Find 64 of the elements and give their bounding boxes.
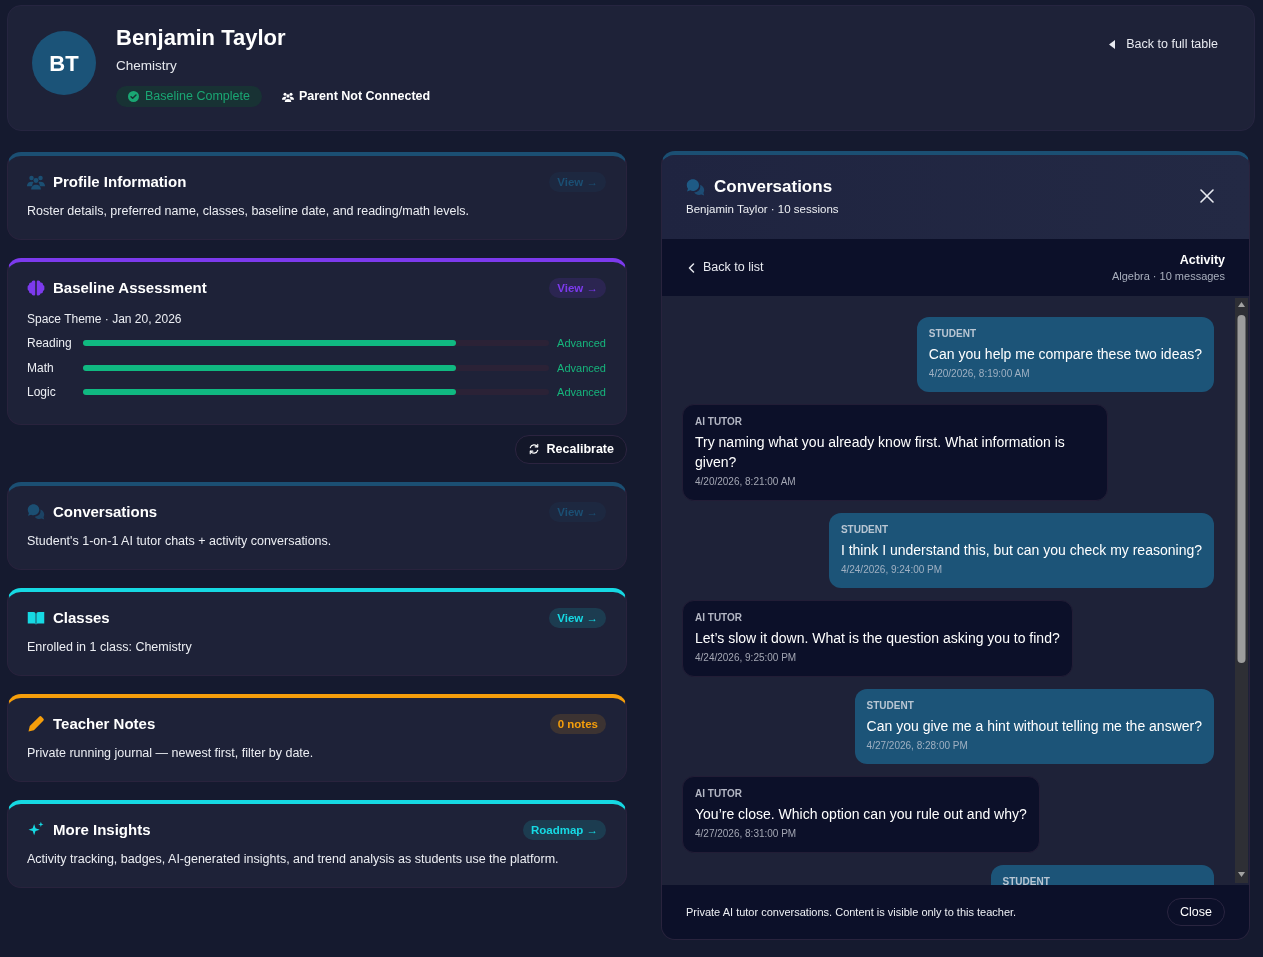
thread-title: Activity bbox=[1179, 251, 1225, 269]
card-title: Teacher Notes bbox=[53, 713, 157, 734]
parent-status: Parent Not Connected bbox=[298, 88, 431, 106]
back-link[interactable]: Back to full table bbox=[1109, 35, 1218, 53]
student-name: Benjamin Taylor bbox=[116, 25, 286, 51]
chat-bubbles-icon bbox=[686, 177, 705, 197]
count-label: 0 notes bbox=[549, 713, 606, 734]
refresh-icon bbox=[527, 443, 540, 455]
check-circle-icon bbox=[128, 91, 139, 102]
assessment-meta: Space Theme · Jan 20, 2026 bbox=[27, 311, 183, 328]
panel-subtitle: Benjamin Taylor · 10 sessions bbox=[686, 202, 839, 217]
message-text: You’re close. Which option can you rule out and why? bbox=[695, 805, 1027, 824]
sender-label: STUDENT bbox=[1002, 875, 1051, 885]
recalibrate-button[interactable]: Recalibrate bbox=[514, 434, 627, 464]
message-text: Let’s slow it down. What is the question asking you to find? bbox=[695, 629, 1060, 648]
message-text: Can you give me a hint without telling me the answer? bbox=[866, 717, 1202, 736]
card-description: Student's 1-on-1 AI tutor chats + activity conversations. bbox=[27, 532, 333, 550]
message-time: 4/20/2026, 8:19:00 AM bbox=[928, 367, 1031, 381]
badge-label: Baseline Complete bbox=[145, 88, 250, 106]
sender-label: STUDENT bbox=[840, 523, 890, 537]
close-icon bbox=[1200, 189, 1214, 203]
score-result: Advanced bbox=[556, 385, 606, 400]
sender-label: AI TUTOR bbox=[695, 787, 744, 801]
sender-label: STUDENT bbox=[866, 699, 915, 713]
message-text: Can you help me compare these two ideas? bbox=[928, 345, 1202, 364]
sender-label: AI TUTOR bbox=[695, 415, 744, 429]
card-description: Private running journal — newest first, filter by date. bbox=[27, 744, 315, 762]
sender-label: AI TUTOR bbox=[695, 611, 744, 625]
panel-title: Conversations bbox=[714, 176, 833, 198]
card-description: Activity tracking, badges, AI-generated insights, and trend analysis as students use the platform. bbox=[27, 850, 560, 868]
message-time: 4/24/2026, 9:25:00 PM bbox=[695, 651, 798, 665]
card-title: More Insights bbox=[53, 819, 152, 840]
message-time: 4/27/2026, 8:31:00 PM bbox=[695, 827, 798, 841]
brain-icon bbox=[27, 279, 45, 297]
message-time: 4/24/2026, 9:24:00 PM bbox=[840, 563, 944, 577]
thread-meta: Algebra · 10 messages bbox=[1111, 268, 1225, 284]
score-result: Advanced bbox=[556, 336, 606, 351]
card-title: Conversations bbox=[53, 501, 159, 522]
view-button[interactable]: Roadmap → bbox=[522, 819, 606, 840]
back-link[interactable]: Back to list bbox=[688, 258, 764, 277]
card-title: Profile Information bbox=[53, 172, 188, 192]
card-description: Enrolled in 1 class: Chemistry bbox=[27, 638, 193, 656]
people-icon bbox=[281, 90, 294, 103]
sender-label: STUDENT bbox=[928, 327, 978, 341]
chevron-left-icon bbox=[688, 262, 695, 273]
card-title: Baseline Assessment bbox=[53, 278, 208, 298]
score-label: Math bbox=[27, 359, 55, 377]
card-title: Classes bbox=[53, 607, 111, 628]
pencil-icon bbox=[27, 714, 45, 733]
caret-icon bbox=[1109, 39, 1116, 49]
people-icon bbox=[27, 173, 45, 191]
chat-bubbles-icon bbox=[27, 502, 45, 521]
message-text: Try naming what you already know first. What information is given? bbox=[695, 433, 1066, 472]
view-button[interactable]: View → bbox=[549, 607, 606, 628]
footer-note: Private AI tutor conversations. Content is visible only to this teacher. bbox=[686, 904, 1017, 920]
score-label: Reading bbox=[27, 335, 73, 353]
message-time: 4/27/2026, 8:28:00 PM bbox=[866, 739, 969, 753]
message-time: 4/20/2026, 8:21:00 AM bbox=[695, 475, 797, 489]
score-label: Logic bbox=[27, 384, 57, 402]
card-description: Roster details, preferred name, classes, baseline date, and reading/math levels. bbox=[27, 203, 470, 220]
message-text: I think I understand this, but can you check my reasoning? bbox=[840, 541, 1202, 560]
score-result: Advanced bbox=[556, 360, 606, 376]
subject-label: Chemistry bbox=[116, 57, 177, 75]
avatar: BT bbox=[32, 31, 96, 95]
